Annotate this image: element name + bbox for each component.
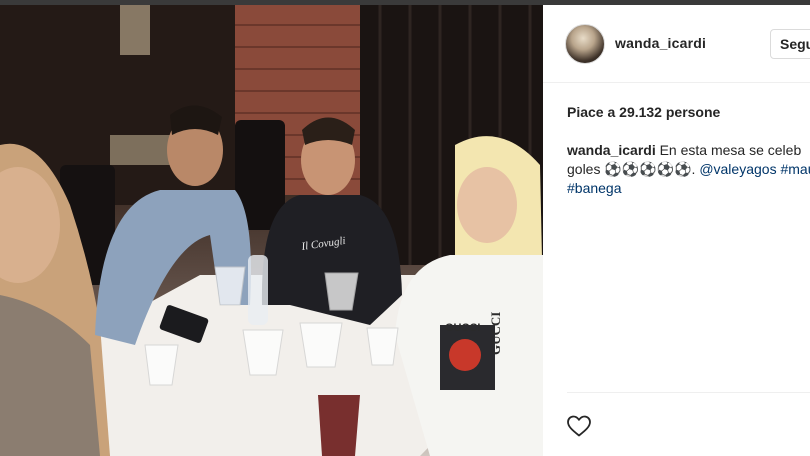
photo-scene: GUCCI GUCCI Il Covugli bbox=[0, 5, 543, 456]
post-photo[interactable]: GUCCI GUCCI Il Covugli bbox=[0, 5, 543, 456]
heart-outline-icon[interactable] bbox=[566, 414, 592, 438]
post-caption: wanda_icardi En esta mesa se celeb goles… bbox=[567, 141, 810, 198]
mention-link[interactable]: @valeyagos bbox=[699, 161, 776, 177]
caption-username[interactable]: wanda_icardi bbox=[567, 142, 656, 158]
post-details-panel: wanda_icardi Segui Piace a 29.132 person… bbox=[543, 5, 810, 456]
follow-button[interactable]: Segui bbox=[770, 29, 810, 59]
caption-text-1: En esta mesa se celeb bbox=[659, 142, 802, 158]
hashtag-link[interactable]: #mau bbox=[780, 161, 810, 177]
likes-count[interactable]: Piace a 29.132 persone bbox=[567, 104, 720, 120]
actions-divider bbox=[567, 392, 810, 393]
post-username[interactable]: wanda_icardi bbox=[615, 35, 706, 51]
shirt-text-2: GUCCI bbox=[488, 312, 503, 355]
soccer-ball-emoji: ⚽⚽⚽⚽⚽ bbox=[604, 161, 692, 177]
caption-line-1: wanda_icardi En esta mesa se celeb bbox=[567, 141, 810, 160]
post-header: wanda_icardi Segui bbox=[543, 5, 810, 83]
shirt-text-1: GUCCI bbox=[445, 322, 480, 334]
caption-line-3: #banega bbox=[567, 179, 810, 198]
caption-line-2: goles ⚽⚽⚽⚽⚽. @valeyagos #mau bbox=[567, 160, 810, 179]
caption-text-2: goles bbox=[567, 161, 605, 177]
hashtag-banega-link[interactable]: #banega bbox=[567, 180, 622, 196]
profile-avatar[interactable] bbox=[565, 24, 605, 64]
